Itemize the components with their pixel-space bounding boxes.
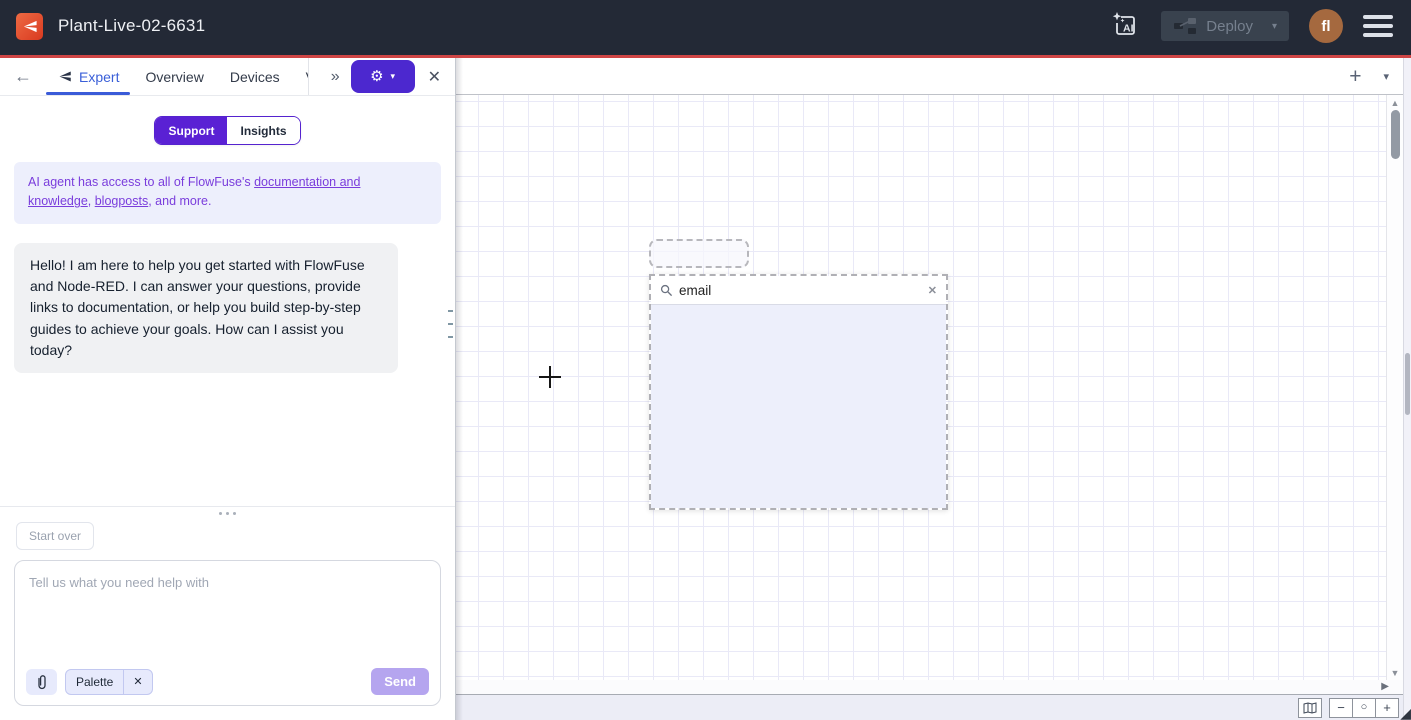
- chat-scroll-area: [0, 373, 455, 506]
- palette-context-chip: Palette ✕: [65, 669, 153, 695]
- scroll-down-icon[interactable]: ▼: [1387, 668, 1403, 678]
- composer-actions: Palette ✕ Send: [15, 668, 440, 705]
- deploy-button[interactable]: Deploy ▾: [1161, 11, 1289, 41]
- deploy-label: Deploy: [1206, 18, 1253, 35]
- panel-tabbar: ← Expert Overview Devices: [0, 58, 455, 96]
- info-text: , and more.: [148, 194, 211, 208]
- zoom-out-button[interactable]: −: [1329, 698, 1353, 718]
- map-icon: [1303, 702, 1317, 714]
- tab-label: Expert: [79, 69, 119, 85]
- paperclip-icon: [35, 674, 49, 690]
- corner-resize-icon[interactable]: ◢: [1400, 706, 1411, 720]
- tabbar-actions: » ⚙ ▾ ✕: [329, 60, 441, 93]
- scroll-right-icon[interactable]: ▶: [1381, 681, 1389, 692]
- vertical-scroll-thumb[interactable]: [1391, 110, 1400, 159]
- page-scroll-thumb[interactable]: [1405, 353, 1410, 415]
- add-flow-button[interactable]: +: [1349, 66, 1361, 87]
- instance-title: Plant-Live-02-6631: [58, 16, 205, 36]
- zoom-in-button[interactable]: +: [1375, 698, 1399, 718]
- composer-textarea[interactable]: [15, 561, 440, 668]
- info-text: AI agent has access to all of FlowFuse's: [28, 175, 254, 189]
- quick-add-results[interactable]: [651, 305, 946, 508]
- tab-overview[interactable]: Overview: [132, 58, 216, 95]
- back-button[interactable]: ←: [14, 66, 36, 87]
- menu-icon[interactable]: [1363, 13, 1393, 39]
- ai-info-banner: AI agent has access to all of FlowFuse's…: [14, 162, 441, 224]
- remove-palette-icon[interactable]: ✕: [123, 670, 151, 694]
- composer-input-box: Palette ✕ Send: [14, 560, 441, 706]
- canvas-horizontal-scrollbar[interactable]: ▶: [456, 680, 1403, 694]
- user-avatar[interactable]: fl: [1309, 9, 1343, 43]
- toggle-support-button[interactable]: Support: [155, 117, 227, 144]
- zoom-controls: − ○ +: [1329, 698, 1399, 718]
- flow-canvas-grid[interactable]: ✕: [456, 95, 1403, 680]
- composer-resize-handle-icon[interactable]: [0, 507, 455, 515]
- quick-add-search-input[interactable]: [679, 283, 922, 298]
- ai-label: AI: [1123, 23, 1134, 35]
- tab-label: Devices: [230, 69, 280, 85]
- flow-canvas-region: + ▾ ✕: [456, 58, 1403, 720]
- flow-tabs-bar: + ▾: [456, 58, 1403, 95]
- crosshair-cursor: [549, 366, 551, 388]
- panel-tabs: Expert Overview Devices Ver: [44, 58, 308, 95]
- canvas-vertical-scrollbar[interactable]: ▲ ▼: [1386, 95, 1403, 680]
- tab-version[interactable]: Ver: [293, 58, 308, 95]
- scroll-up-icon[interactable]: ▲: [1387, 98, 1403, 108]
- flow-list-caret-icon[interactable]: ▾: [1383, 70, 1389, 83]
- flowfuse-editor: Plant-Live-02-6631 AI Deploy ▾: [0, 0, 1411, 720]
- flowfuse-glyph: [21, 18, 38, 35]
- quick-add-dialog: ✕: [649, 274, 948, 510]
- mode-toggle-row: Support Insights: [0, 116, 455, 145]
- deploy-node-icon: [1173, 17, 1197, 35]
- flowfuse-logo-icon[interactable]: [16, 13, 43, 40]
- start-over-button[interactable]: Start over: [16, 522, 94, 550]
- assistant-panel: ← Expert Overview Devices: [0, 58, 456, 720]
- gear-icon: ⚙: [370, 69, 383, 84]
- header-actions: AI Deploy ▾ fl: [1109, 9, 1393, 43]
- navigator-button[interactable]: [1298, 698, 1322, 718]
- app-header: Plant-Live-02-6631 AI Deploy ▾: [0, 0, 1411, 58]
- tab-label: Overview: [145, 69, 203, 85]
- panel-resize-handle[interactable]: [448, 310, 454, 349]
- mode-toggle: Support Insights: [154, 116, 300, 145]
- attachment-button[interactable]: [26, 669, 57, 695]
- tab-label: Ver: [306, 69, 308, 85]
- send-button[interactable]: Send: [371, 668, 429, 695]
- blogposts-link[interactable]: blogposts: [95, 194, 149, 208]
- quick-add-search-row: ✕: [651, 276, 946, 305]
- info-text: ,: [88, 194, 95, 208]
- settings-dropdown-button[interactable]: ⚙ ▾: [351, 60, 415, 93]
- page-scrollbar[interactable]: [1403, 58, 1411, 720]
- chevron-down-icon: ▾: [391, 71, 396, 82]
- clear-search-icon[interactable]: ✕: [928, 284, 937, 297]
- deploy-caret-icon[interactable]: ▾: [1272, 21, 1277, 32]
- search-icon: [660, 284, 673, 297]
- composer-section: Start over Palette ✕ Send: [0, 506, 455, 720]
- tabs-overflow-icon[interactable]: »: [329, 68, 342, 86]
- ai-assistant-icon[interactable]: AI: [1109, 10, 1141, 42]
- tab-devices[interactable]: Devices: [217, 58, 293, 95]
- canvas-footer-toolbar: − ○ +: [456, 694, 1403, 720]
- toggle-insights-button[interactable]: Insights: [227, 117, 299, 144]
- placeholder-node[interactable]: [649, 239, 749, 268]
- palette-chip-label: Palette: [66, 670, 123, 694]
- expert-flowfuse-icon: [57, 69, 72, 84]
- main-split: ← Expert Overview Devices: [0, 58, 1411, 720]
- tab-expert[interactable]: Expert: [44, 58, 132, 95]
- zoom-reset-button[interactable]: ○: [1352, 698, 1376, 718]
- tabbar-separator: [308, 58, 309, 95]
- assistant-message: Hello! I am here to help you get started…: [14, 243, 398, 373]
- close-panel-icon[interactable]: ✕: [428, 67, 441, 87]
